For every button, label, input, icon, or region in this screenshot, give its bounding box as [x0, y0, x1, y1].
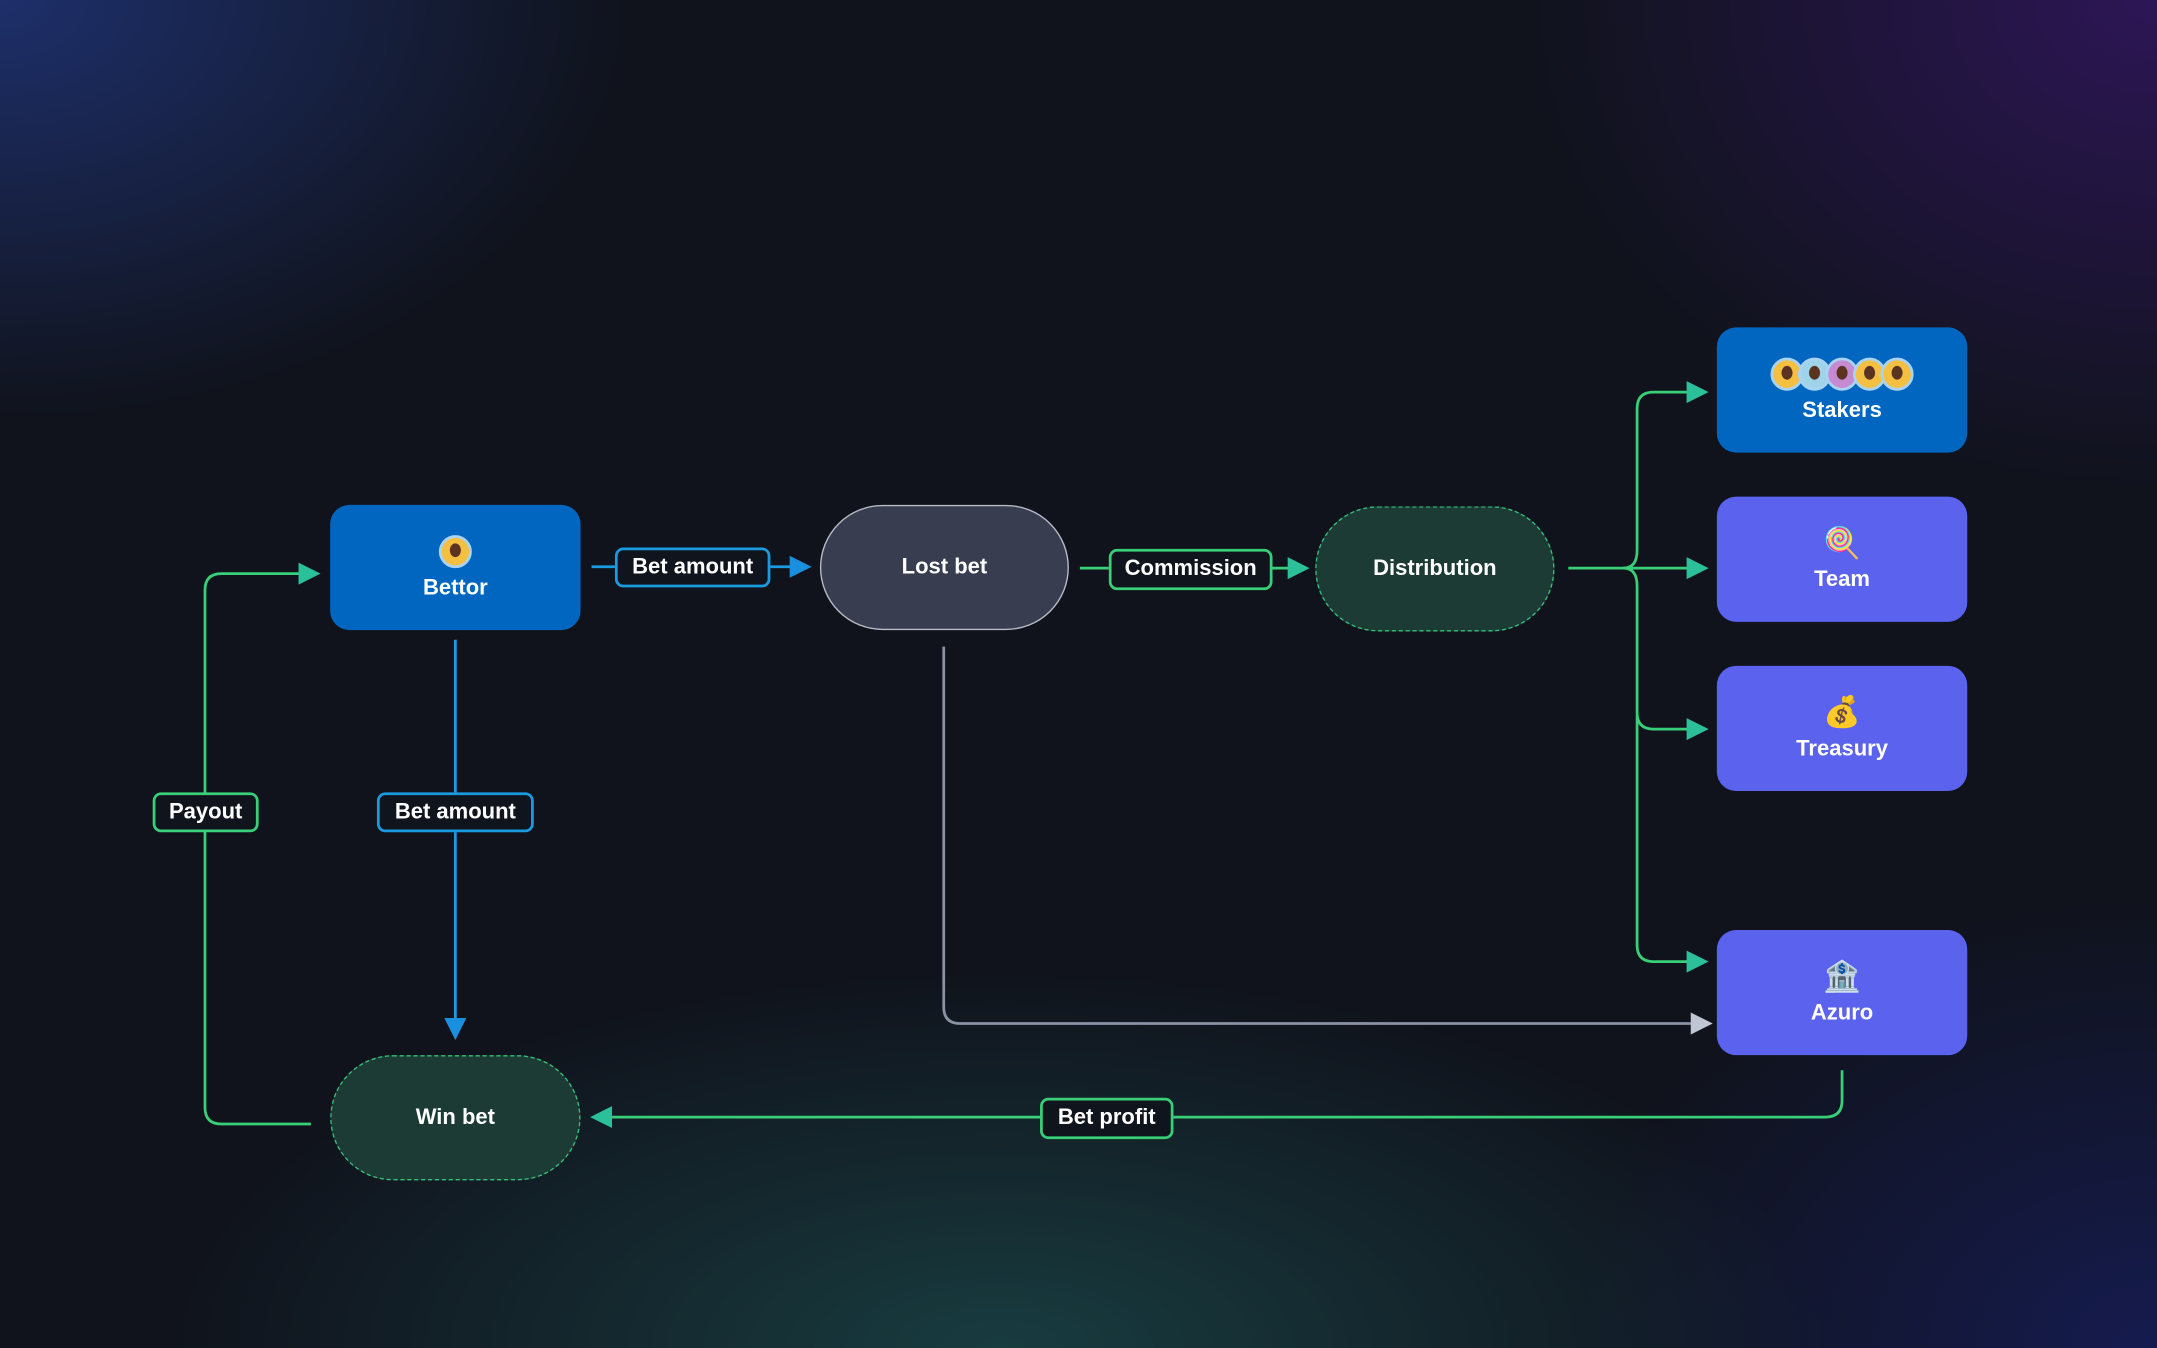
edge-dist-azuro	[1635, 715, 1709, 973]
node-win-bet[interactable]: Win bet	[330, 1055, 581, 1181]
money-bag-icon: 💰	[1823, 694, 1861, 729]
node-label: Team	[1814, 567, 1870, 591]
edge-label-payout: Payout	[152, 792, 259, 833]
edge-lost-azuro	[942, 646, 1713, 1035]
node-label: Win bet	[415, 1105, 495, 1129]
node-azuro[interactable]: 🏦 Azuro	[1716, 929, 1968, 1056]
bank-icon: 🏦	[1823, 958, 1861, 993]
node-label: Azuro	[1810, 1000, 1874, 1025]
node-distribution[interactable]: Distribution	[1315, 506, 1555, 632]
lollipop-icon: 🍭	[1823, 524, 1861, 560]
avatar	[438, 534, 472, 568]
edge-dist-treasury	[1623, 566, 1709, 741]
node-team[interactable]: 🍭 Team	[1716, 496, 1968, 622]
edge-label-commission: Commission	[1108, 548, 1273, 591]
node-bettor[interactable]: Bettor	[330, 504, 581, 631]
avatar-group	[1770, 356, 1914, 391]
node-label: Bettor	[422, 575, 488, 600]
edge-label-bet-amount-down: Bet amount	[376, 792, 534, 833]
node-lost-bet[interactable]: Lost bet	[819, 504, 1069, 631]
node-treasury[interactable]: 💰 Treasury	[1716, 665, 1968, 792]
node-stakers[interactable]: Stakers	[1716, 327, 1968, 453]
flow-diagram: Bettor Bet amount Lost bet Commission Di…	[0, 0, 2157, 1348]
edge-win-bettor	[203, 562, 321, 1126]
node-label: Stakers	[1802, 398, 1882, 422]
edge-label-bet-profit: Bet profit	[1040, 1097, 1174, 1140]
node-label: Treasury	[1796, 736, 1888, 761]
edge-label-bet-amount: Bet amount	[614, 547, 771, 588]
edge-azuro-win	[596, 1070, 1844, 1117]
edge-dist-stakers	[1623, 381, 1709, 570]
node-label: Lost bet	[901, 555, 988, 579]
avatar	[1880, 356, 1914, 391]
node-label: Distribution	[1373, 556, 1497, 580]
